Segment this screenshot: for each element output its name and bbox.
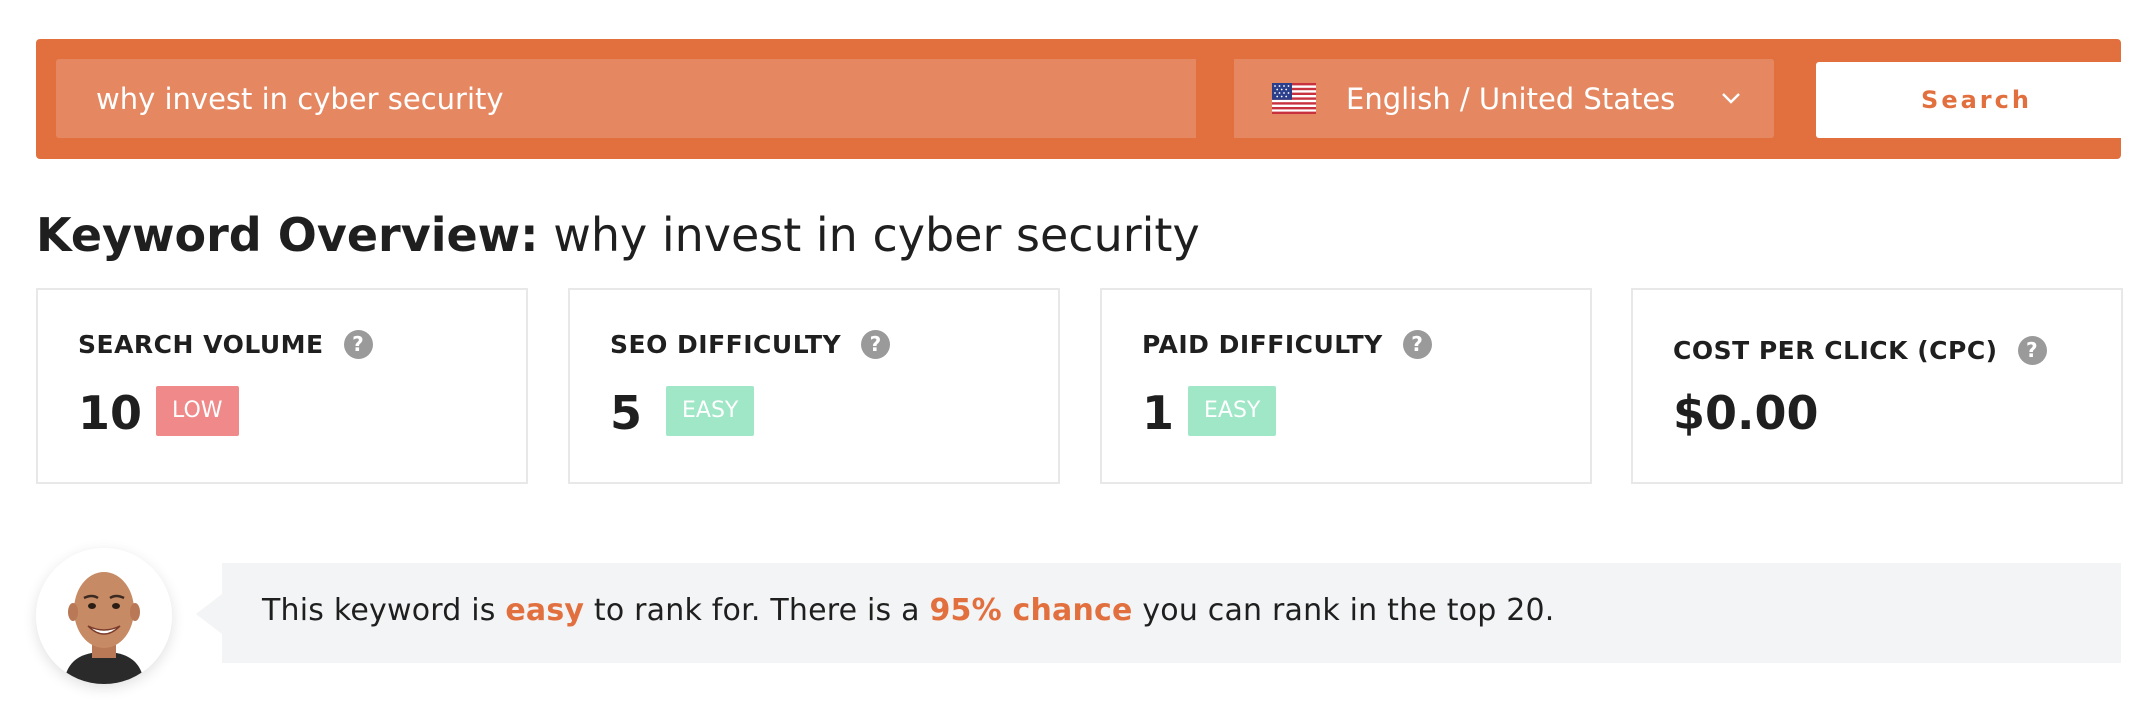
page-title-label: Keyword Overview: (36, 208, 539, 262)
help-icon[interactable]: ? (861, 330, 891, 359)
keyword-insight-box: This keyword is easy to rank for. There … (222, 563, 2121, 663)
info-pointer (196, 594, 222, 634)
search-volume-badge: LOW (156, 386, 239, 436)
insight-highlight-chance: 95% chance (929, 593, 1133, 628)
help-icon[interactable]: ? (343, 330, 373, 359)
page-title: Keyword Overview: why invest in cyber se… (36, 208, 1200, 262)
paid-difficulty-label: PAID DIFFICULTY (1142, 330, 1383, 359)
keyword-insight-text: This keyword is easy to rank for. There … (262, 593, 1555, 628)
search-volume-label-row: SEARCH VOLUME ? (78, 330, 373, 359)
cpc-label-row: COST PER CLICK (CPC) ? (1673, 336, 2047, 365)
search-bar: English / United States Search (36, 39, 2137, 159)
cpc-value: $0.00 (1673, 386, 1819, 440)
avatar-photo (36, 548, 172, 684)
language-label: English / United States (1346, 81, 1676, 116)
seo-difficulty-badge: EASY (666, 386, 755, 436)
seo-difficulty-card: SEO DIFFICULTY ? 5 EASY (568, 288, 1060, 484)
insight-highlight-easy: easy (505, 593, 585, 628)
seo-difficulty-label-row: SEO DIFFICULTY ? (610, 330, 891, 359)
paid-difficulty-value: 1 (1142, 386, 1175, 440)
paid-difficulty-card: PAID DIFFICULTY ? 1 EASY (1100, 288, 1592, 484)
help-icon[interactable]: ? (2017, 336, 2047, 365)
us-flag-icon (1272, 83, 1316, 114)
keyword-search-input[interactable] (56, 59, 1196, 138)
paid-difficulty-badge: EASY (1188, 386, 1277, 436)
paid-difficulty-label-row: PAID DIFFICULTY ? (1142, 330, 1432, 359)
search-volume-card: SEARCH VOLUME ? 10 LOW (36, 288, 528, 484)
cpc-card: COST PER CLICK (CPC) ? $0.00 (1631, 288, 2123, 484)
page-title-keyword: why invest in cyber security (553, 208, 1200, 262)
chevron-down-icon (1720, 87, 1742, 113)
seo-difficulty-label: SEO DIFFICULTY (610, 330, 842, 359)
search-button[interactable]: Search (1816, 62, 2137, 138)
search-volume-value: 10 (78, 386, 143, 440)
insight-text-part: you can rank in the top 20. (1132, 593, 1555, 628)
help-icon[interactable]: ? (1402, 330, 1432, 359)
avatar (36, 548, 172, 684)
search-volume-label: SEARCH VOLUME (78, 330, 324, 359)
seo-difficulty-value: 5 (610, 386, 643, 440)
cpc-label: COST PER CLICK (CPC) (1673, 336, 1998, 365)
insight-text-part: to rank for. There is a (584, 593, 930, 628)
insight-text-part: This keyword is (262, 593, 506, 628)
language-location-select[interactable]: English / United States (1234, 59, 1774, 138)
